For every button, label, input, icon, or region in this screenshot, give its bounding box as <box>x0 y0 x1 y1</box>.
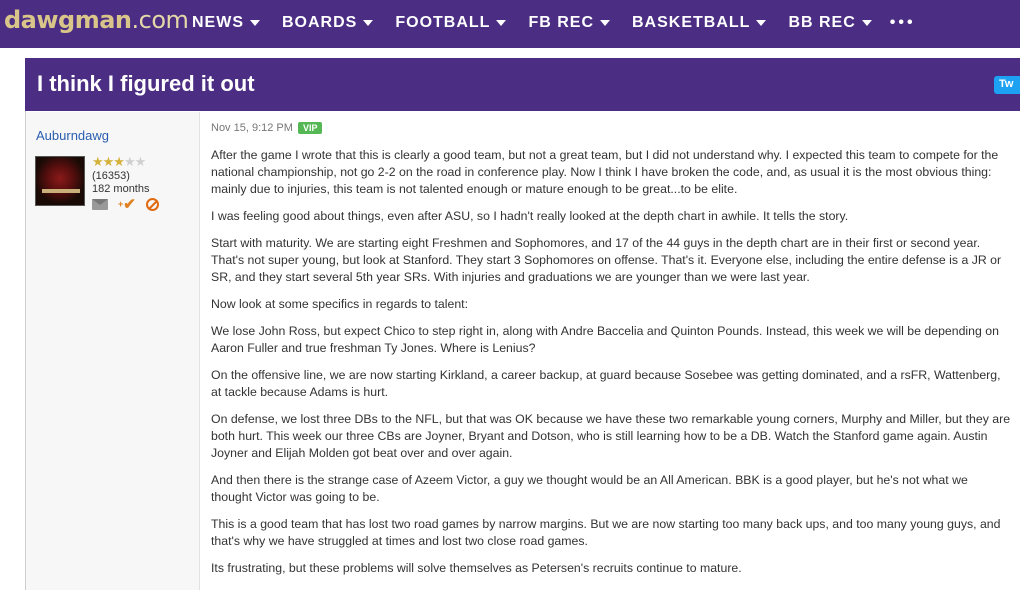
post-paragraph: This is a good team that has lost two ro… <box>211 517 1001 548</box>
post-paragraph: After the game I wrote that this is clea… <box>211 148 999 196</box>
chevron-down-icon <box>250 20 260 26</box>
post-paragraph: And then there is the strange case of Az… <box>211 473 968 504</box>
thread-title: I think I figured it out <box>37 71 255 96</box>
nav-label: BB REC <box>788 14 856 31</box>
stars-filled: ★★★ <box>92 154 125 169</box>
logo-suffix: .com <box>131 6 189 34</box>
post-paragraph: Start with maturity. We are starting eig… <box>211 236 1002 284</box>
chevron-down-icon <box>363 20 374 26</box>
chevron-down-icon <box>600 20 610 26</box>
post-paragraph: I was feeling good about things, even af… <box>211 209 849 223</box>
nav-label: NEWS <box>192 14 244 31</box>
block-icon[interactable] <box>145 198 159 211</box>
post-count: (16353) <box>92 170 130 182</box>
post-paragraph: On the offensive line, we are now starti… <box>211 368 1001 399</box>
post-meta: Nov 15, 9:12 PM VIP <box>211 122 1011 134</box>
top-navigation-bar: dawgman.com NEWS BOARDS FOOTBALL FB REC … <box>0 0 1020 48</box>
post-paragraph: We lose John Ross, but expect Chico to s… <box>211 324 999 355</box>
author-actions: +✔ <box>92 197 159 212</box>
logo-main: dawgman <box>4 6 132 34</box>
nav-item-football[interactable]: FOOTBALL <box>395 14 507 32</box>
member-tenure: 182 months <box>92 183 150 195</box>
nav-item-news[interactable]: NEWS <box>192 14 260 32</box>
nav-item-bb-rec[interactable]: BB REC <box>788 14 872 32</box>
add-friend-icon[interactable]: +✔ <box>118 197 136 212</box>
post-timestamp: Nov 15, 9:12 PM <box>211 122 293 134</box>
nav-item-basketball[interactable]: BASKETBALL <box>632 14 767 32</box>
rating-stars: ★★★★★ <box>92 154 146 170</box>
chevron-down-icon <box>756 20 767 26</box>
vip-badge: VIP <box>297 122 323 134</box>
chevron-down-icon <box>861 20 872 26</box>
nav-item-fb-rec[interactable]: FB REC <box>528 14 610 32</box>
nav-label: BASKETBALL <box>632 14 751 31</box>
author-username[interactable]: Auburndawg <box>36 128 109 143</box>
nav-item-boards[interactable]: BOARDS <box>282 14 374 32</box>
nav-label: FOOTBALL <box>395 14 491 31</box>
stars-empty: ★★ <box>123 154 146 169</box>
thread-title-bar: I think I figured it out Tw <box>25 58 1020 111</box>
tweet-button[interactable]: Tw <box>994 76 1020 94</box>
author-sidebar: Auburndawg ★★★★★ (16353) 182 months +✔ <box>26 112 200 590</box>
main-nav: NEWS BOARDS FOOTBALL FB REC BASKETBALL B… <box>192 14 916 32</box>
mail-icon[interactable] <box>92 199 108 210</box>
nav-label: FB REC <box>528 14 594 31</box>
site-logo[interactable]: dawgman.com <box>4 6 189 34</box>
post-body: Nov 15, 9:12 PM VIP After the game I wro… <box>211 122 1011 587</box>
avatar[interactable] <box>35 156 85 206</box>
nav-label: BOARDS <box>282 14 358 31</box>
post-paragraph: On defense, we lost three DBs to the NFL… <box>211 412 1011 460</box>
chevron-down-icon <box>496 20 507 26</box>
post-paragraph: Its frustrating, but these problems will… <box>211 561 742 575</box>
more-menu-icon[interactable]: ••• <box>890 14 916 32</box>
post-paragraph: Now look at some specifics in regards to… <box>211 297 468 311</box>
